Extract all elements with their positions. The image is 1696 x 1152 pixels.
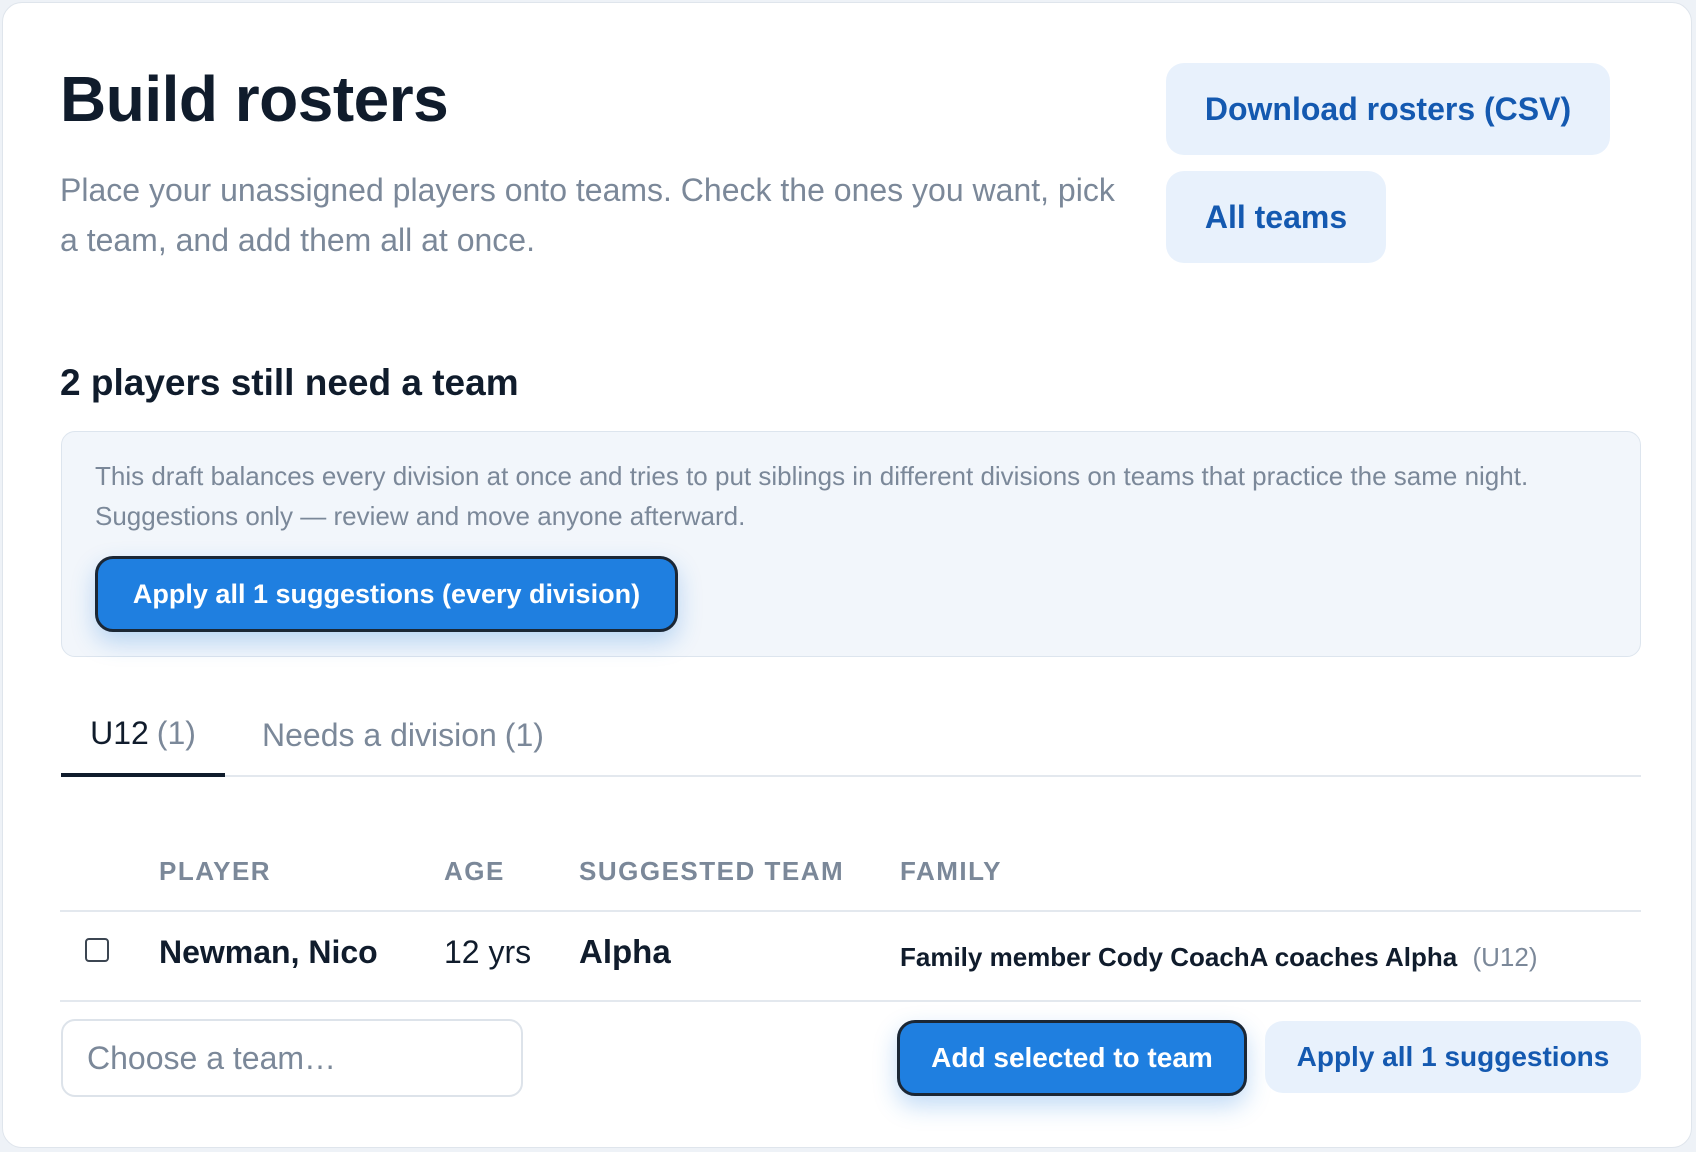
- column-header-suggested-team: SUGGESTED TEAM: [579, 856, 845, 886]
- column-header-age: AGE: [444, 856, 505, 886]
- tab-count: (1): [156, 714, 196, 751]
- column-header-player: PLAYER: [159, 856, 272, 886]
- all-teams-button[interactable]: All teams: [1166, 171, 1386, 263]
- row-select-checkbox[interactable]: [85, 938, 109, 962]
- page-subtitle: Place your unassigned players onto teams…: [60, 172, 1115, 258]
- roster-builder-card: Build rosters Place your unassigned play…: [2, 2, 1692, 1148]
- apply-all-suggestions-button[interactable]: Apply all 1 suggestions: [1265, 1021, 1641, 1093]
- tab-u12[interactable]: U12 (1): [61, 693, 225, 777]
- page-title: Build rosters: [60, 63, 449, 135]
- player-name: Newman, Nico: [159, 934, 378, 970]
- tab-label: Needs a division: [262, 716, 497, 753]
- draft-info-text: This draft balances every division at on…: [95, 461, 1529, 531]
- team-select[interactable]: Choose a team…: [61, 1019, 523, 1097]
- suggested-team: Alpha: [579, 933, 671, 970]
- player-age: 12 yrs: [444, 934, 532, 970]
- tab-label: U12: [90, 714, 149, 751]
- add-selected-to-team-button[interactable]: Add selected to team: [897, 1020, 1247, 1096]
- family-note-text: Family member Cody CoachA coaches Alpha: [900, 942, 1458, 972]
- family-note: Family member Cody CoachA coaches Alpha …: [900, 938, 1538, 976]
- table-divider: [60, 910, 1641, 912]
- download-rosters-button[interactable]: Download rosters (CSV): [1166, 63, 1610, 155]
- unassigned-count-heading: 2 players still need a team: [60, 362, 519, 403]
- draft-info-box: This draft balances every division at on…: [61, 431, 1641, 657]
- tab-needs-a-division[interactable]: Needs a division (1): [262, 693, 544, 777]
- table-divider: [60, 1000, 1641, 1002]
- division-tabs: U12 (1) Needs a division (1): [61, 693, 1641, 777]
- tab-count: (1): [504, 716, 544, 753]
- column-header-family: FAMILY: [900, 856, 1002, 886]
- apply-all-every-division-button[interactable]: Apply all 1 suggestions (every division): [95, 556, 678, 632]
- family-note-division: (U12): [1472, 942, 1538, 972]
